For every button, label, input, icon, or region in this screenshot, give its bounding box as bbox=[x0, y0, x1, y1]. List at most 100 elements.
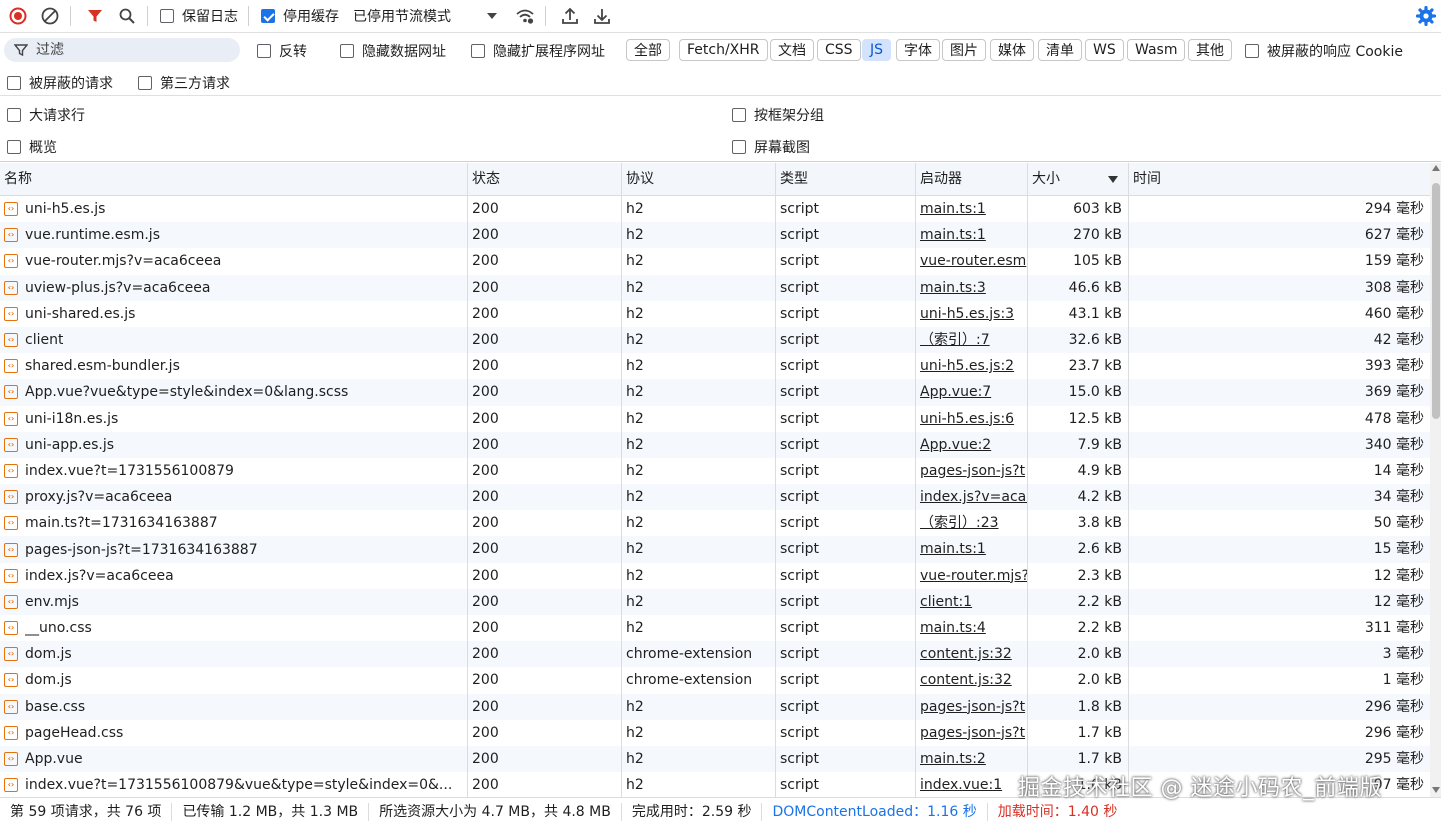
column-header-protocol[interactable]: 协议 bbox=[622, 163, 776, 196]
disable-cache-box[interactable] bbox=[261, 9, 275, 23]
table-row[interactable]: ‹› App.vue?vue&type=style&index=0&lang.sc… bbox=[0, 379, 1430, 406]
blocked-cookies-box[interactable] bbox=[1245, 44, 1259, 58]
table-row[interactable]: ‹› base.css 200 h2 script pages-json-js?t 1.8 … bbox=[0, 693, 1430, 720]
cell-initiator[interactable]: main.ts:1 bbox=[916, 222, 1028, 249]
hide-data-urls-box[interactable] bbox=[340, 44, 354, 58]
filter-field[interactable] bbox=[4, 38, 240, 62]
table-row[interactable]: ‹› dom.js 200 chrome-extension script content… bbox=[0, 667, 1430, 694]
group-by-frame-checkbox[interactable]: 按框架分组 bbox=[732, 105, 824, 125]
cell-initiator[interactable]: uni-h5.es.js:6 bbox=[916, 405, 1028, 432]
cell-initiator[interactable]: content.js:32 bbox=[916, 641, 1028, 668]
hide-data-urls-checkbox[interactable]: 隐藏数据网址 bbox=[340, 41, 446, 61]
type-filter-doc[interactable]: 文档 bbox=[770, 39, 814, 61]
disable-cache-checkbox[interactable]: 停用缓存 bbox=[261, 6, 339, 26]
clear-icon[interactable] bbox=[36, 2, 64, 30]
blocked-cookies-checkbox[interactable]: 被屏蔽的响应 Cookie bbox=[1245, 41, 1403, 61]
cell-initiator[interactable]: uni-h5.es.js:2 bbox=[916, 353, 1028, 380]
table-row[interactable]: ‹› uview-plus.js?v=aca6ceea 200 h2 script mai… bbox=[0, 274, 1430, 301]
table-scrollbar[interactable] bbox=[1430, 163, 1441, 797]
table-row[interactable]: ‹› main.ts?t=1731634163887 200 h2 script （索引）… bbox=[0, 510, 1430, 537]
table-row[interactable]: ‹› uni-shared.es.js 200 h2 script uni-h5.es.j… bbox=[0, 300, 1430, 327]
screenshots-checkbox[interactable]: 屏幕截图 bbox=[732, 137, 810, 157]
preserve-log-checkbox[interactable]: 保留日志 bbox=[160, 6, 238, 26]
type-filter-manifest[interactable]: 清单 bbox=[1038, 39, 1082, 61]
column-header-status[interactable]: 状态 bbox=[468, 163, 622, 196]
type-filter-media[interactable]: 媒体 bbox=[990, 39, 1034, 61]
import-har-icon[interactable] bbox=[556, 2, 584, 30]
cell-initiator[interactable]: index.js?v=aca6 bbox=[916, 484, 1028, 511]
table-row[interactable]: ‹› env.mjs 200 h2 script client:1 2.2 kB 12 毫秒 bbox=[0, 588, 1430, 615]
table-row[interactable]: ‹› index.vue?t=1731556100879 200 h2 script pa… bbox=[0, 457, 1430, 485]
network-conditions-icon[interactable] bbox=[511, 2, 539, 30]
table-row[interactable]: ‹› __uno.css 200 h2 script main.ts:4 2.2 kB 311… bbox=[0, 615, 1430, 642]
table-row[interactable]: ‹› pageHead.css 200 h2 script pages-json-js?t… bbox=[0, 719, 1430, 746]
third-party-checkbox[interactable]: 第三方请求 bbox=[138, 73, 230, 93]
type-filter-css[interactable]: CSS bbox=[817, 39, 861, 61]
column-header-initiator[interactable]: 启动器 bbox=[916, 163, 1028, 196]
column-header-type[interactable]: 类型 bbox=[776, 163, 916, 196]
type-filter-all[interactable]: 全部 bbox=[626, 39, 670, 61]
preserve-log-box[interactable] bbox=[160, 9, 174, 23]
filter-icon[interactable] bbox=[81, 2, 109, 30]
table-row[interactable]: ‹› uni-i18n.es.js 200 h2 script uni-h5.es.js:… bbox=[0, 405, 1430, 432]
scrollbar-thumb[interactable] bbox=[1432, 183, 1440, 419]
hide-extension-urls-checkbox[interactable]: 隐藏扩展程序网址 bbox=[471, 41, 605, 61]
blocked-requests-checkbox[interactable]: 被屏蔽的请求 bbox=[7, 73, 113, 93]
cell-initiator[interactable]: main.ts:2 bbox=[916, 745, 1028, 773]
screenshots-box[interactable] bbox=[732, 140, 746, 154]
throttling-dropdown[interactable]: 已停用节流模式 bbox=[353, 6, 497, 26]
table-row[interactable]: ‹› vue-router.mjs?v=aca6ceea 200 h2 script vu… bbox=[0, 248, 1430, 275]
overview-checkbox[interactable]: 概览 bbox=[7, 137, 57, 157]
invert-box[interactable] bbox=[257, 44, 271, 58]
big-request-rows-checkbox[interactable]: 大请求行 bbox=[7, 105, 85, 125]
scroll-down-arrow-icon[interactable] bbox=[1432, 787, 1440, 793]
column-header-size[interactable]: 大小 bbox=[1028, 163, 1129, 196]
cell-initiator[interactable]: App.vue:7 bbox=[916, 379, 1028, 406]
table-row[interactable]: ‹› index.js?v=aca6ceea 200 h2 script vue-rout… bbox=[0, 562, 1430, 589]
type-filter-js[interactable]: JS bbox=[862, 39, 892, 61]
cell-initiator[interactable]: content.js:32 bbox=[916, 667, 1028, 694]
table-row[interactable]: ‹› pages-json-js?t=1731634163887 200 h2 scri… bbox=[0, 536, 1430, 563]
cell-initiator[interactable]: （索引）:7 bbox=[916, 326, 1028, 354]
table-row[interactable]: ‹› proxy.js?v=aca6ceea 200 h2 script index.js… bbox=[0, 484, 1430, 511]
table-row[interactable]: ‹› shared.esm-bundler.js 200 h2 script uni-h5… bbox=[0, 353, 1430, 380]
third-party-box[interactable] bbox=[138, 76, 152, 90]
table-row[interactable]: ‹› uni-h5.es.js 200 h2 script main.ts:1 603 kB… bbox=[0, 196, 1430, 223]
invert-checkbox[interactable]: 反转 bbox=[257, 41, 307, 61]
table-row[interactable]: ‹› client 200 h2 script （索引）:7 32.6 kB 42 毫秒 bbox=[0, 326, 1430, 354]
cell-initiator[interactable]: pages-json-js?t bbox=[916, 457, 1028, 485]
cell-initiator[interactable]: pages-json-js?t bbox=[916, 693, 1028, 720]
blocked-requests-box[interactable] bbox=[7, 76, 21, 90]
overview-box[interactable] bbox=[7, 140, 21, 154]
stop-recording-icon[interactable] bbox=[4, 2, 32, 30]
cell-initiator[interactable]: index.vue:1 bbox=[916, 772, 1028, 797]
table-row[interactable]: ‹› dom.js 200 chrome-extension script content… bbox=[0, 641, 1430, 668]
settings-gear-icon[interactable] bbox=[1412, 2, 1440, 30]
cell-initiator[interactable]: main.ts:3 bbox=[916, 274, 1028, 301]
type-filter-font[interactable]: 字体 bbox=[896, 39, 940, 61]
scroll-up-arrow-icon[interactable] bbox=[1432, 165, 1440, 171]
table-row[interactable]: ‹› uni-app.es.js 200 h2 script App.vue:2 7.9 k… bbox=[0, 431, 1430, 458]
cell-initiator[interactable]: App.vue:2 bbox=[916, 431, 1028, 458]
cell-initiator[interactable]: main.ts:1 bbox=[916, 536, 1028, 563]
table-row[interactable]: ‹› vue.runtime.esm.js 200 h2 script main.ts:1… bbox=[0, 222, 1430, 249]
type-filter-ws[interactable]: WS bbox=[1085, 39, 1124, 61]
cell-initiator[interactable]: vue-router.esm bbox=[916, 248, 1028, 275]
type-filter-fetch-xhr[interactable]: Fetch/XHR bbox=[679, 39, 768, 61]
table-row[interactable]: ‹› App.vue 200 h2 script main.ts:2 1.7 kB 295 毫… bbox=[0, 745, 1430, 773]
column-header-time[interactable]: 时间 bbox=[1129, 163, 1430, 196]
big-request-rows-box[interactable] bbox=[7, 108, 21, 122]
cell-initiator[interactable]: （索引）:23 bbox=[916, 510, 1028, 537]
type-filter-wasm[interactable]: Wasm bbox=[1127, 39, 1186, 61]
hide-extension-urls-box[interactable] bbox=[471, 44, 485, 58]
cell-initiator[interactable]: main.ts:4 bbox=[916, 615, 1028, 642]
type-filter-img[interactable]: 图片 bbox=[942, 39, 986, 61]
group-by-frame-box[interactable] bbox=[732, 108, 746, 122]
cell-initiator[interactable]: pages-json-js?t bbox=[916, 719, 1028, 746]
export-har-icon[interactable] bbox=[588, 2, 616, 30]
cell-initiator[interactable]: client:1 bbox=[916, 588, 1028, 615]
type-filter-other[interactable]: 其他 bbox=[1188, 39, 1232, 61]
cell-initiator[interactable]: uni-h5.es.js:3 bbox=[916, 300, 1028, 327]
column-header-name[interactable]: 名称 bbox=[0, 163, 468, 196]
cell-initiator[interactable]: main.ts:1 bbox=[916, 196, 1028, 223]
